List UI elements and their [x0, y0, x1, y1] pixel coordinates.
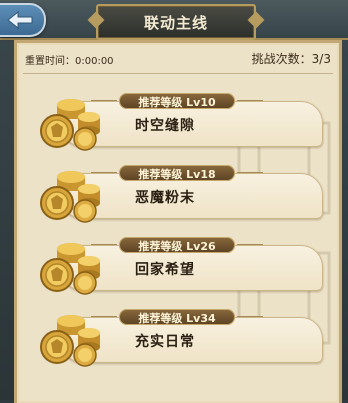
level-badge: 推荐等级 Lv10 — [91, 93, 263, 109]
stage-card[interactable]: 推荐等级 Lv34 充实日常 — [31, 309, 323, 367]
back-arrow-icon — [7, 10, 33, 30]
top-bar: 联动主线 — [0, 0, 348, 40]
level-text: 推荐等级 Lv26 — [138, 240, 216, 253]
gold-coins-icon — [40, 315, 100, 367]
stage-card[interactable]: 推荐等级 Lv26 回家希望 — [31, 237, 323, 295]
title-plate: 联动主线 — [96, 4, 256, 40]
gold-coins-icon — [40, 243, 100, 295]
stage-name: 恶魔粉末 — [135, 190, 195, 206]
info-row: 重置时间：0:00:00 挑战次数：3/3 — [17, 43, 339, 73]
stage-card[interactable]: 推荐等级 Lv18 恶魔粉末 — [31, 165, 323, 223]
stage-card[interactable]: 推荐等级 Lv10 时空缝隙 — [31, 93, 323, 151]
back-button[interactable] — [0, 3, 46, 37]
level-badge: 推荐等级 Lv18 — [91, 165, 263, 181]
attempts-counter: 挑战次数：3/3 — [251, 52, 331, 66]
screen: 联动主线 重置时间：0:00:00 挑战次数：3/3 推荐等级 Lv10 时空缝… — [0, 0, 348, 403]
level-badge: 推荐等级 Lv26 — [91, 237, 263, 253]
gold-coins-icon — [40, 171, 100, 223]
stage-name: 时空缝隙 — [135, 118, 195, 134]
divider — [23, 73, 333, 74]
gold-coins-icon — [40, 99, 100, 151]
reset-time-label: 重置时间：0:00:00 — [25, 56, 114, 67]
stage-panel: 重置时间：0:00:00 挑战次数：3/3 推荐等级 Lv10 时空缝隙 推荐等… — [14, 40, 342, 403]
stage-name: 充实日常 — [135, 334, 195, 350]
level-text: 推荐等级 Lv10 — [138, 96, 216, 109]
level-text: 推荐等级 Lv34 — [138, 312, 216, 325]
stage-name: 回家希望 — [135, 262, 195, 278]
level-badge: 推荐等级 Lv34 — [91, 309, 263, 325]
level-text: 推荐等级 Lv18 — [138, 168, 216, 181]
page-title: 联动主线 — [143, 14, 208, 32]
